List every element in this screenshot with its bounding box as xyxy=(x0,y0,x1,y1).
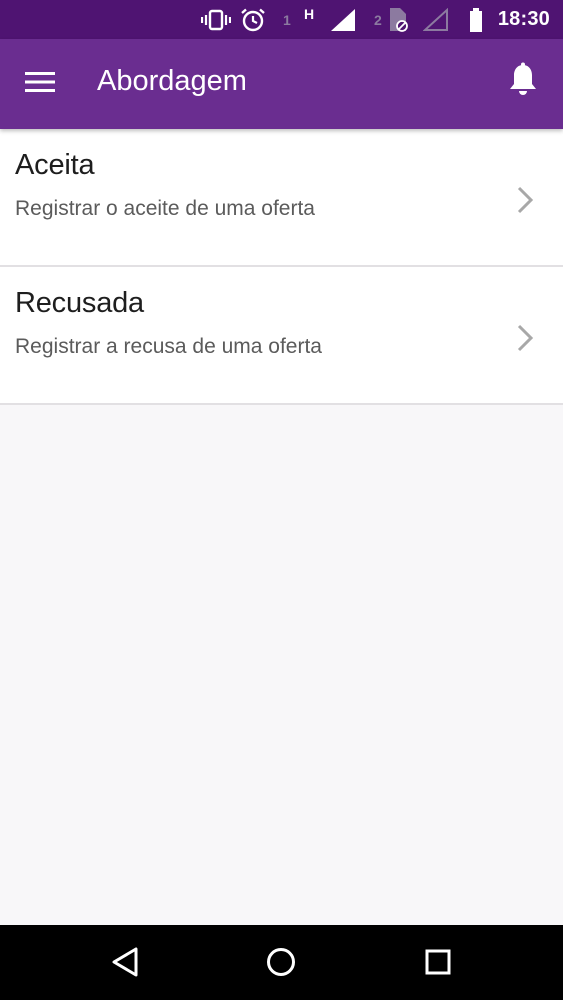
app-bar: Abordagem xyxy=(0,39,563,129)
status-bar: 1 H 2 18:30 xyxy=(0,0,563,39)
list-item-title: Recusada xyxy=(15,287,144,319)
page-title: Abordagem xyxy=(97,65,247,97)
vibrate-icon xyxy=(201,0,231,39)
chevron-right-icon xyxy=(515,185,535,215)
alarm-icon xyxy=(240,0,266,39)
system-nav-bar xyxy=(0,925,563,1000)
empty-content-area xyxy=(0,409,563,925)
signal-strength-sim2-icon xyxy=(423,0,449,39)
options-list: Aceita Registrar o aceite de uma oferta … xyxy=(0,129,563,405)
sim2-label: 2 xyxy=(374,11,382,28)
list-item-title: Aceita xyxy=(15,149,95,181)
recents-square-icon[interactable] xyxy=(418,942,458,982)
bell-icon[interactable] xyxy=(505,61,541,99)
list-item-subtitle: Registrar a recusa de uma oferta xyxy=(15,335,322,358)
network-type-label: H xyxy=(304,5,315,22)
sim1-label: 1 xyxy=(283,11,291,28)
list-item-subtitle: Registrar o aceite de uma oferta xyxy=(15,197,315,220)
signal-strength-icon xyxy=(330,0,356,39)
status-clock: 18:30 xyxy=(497,8,550,30)
back-triangle-icon[interactable] xyxy=(105,942,145,982)
home-circle-icon[interactable] xyxy=(261,942,301,982)
chevron-right-icon xyxy=(515,323,535,353)
list-item-aceita[interactable]: Aceita Registrar o aceite de uma oferta xyxy=(0,129,563,267)
menu-icon[interactable] xyxy=(22,67,58,97)
sim-card-icon xyxy=(387,0,409,39)
list-item-recusada[interactable]: Recusada Registrar a recusa de uma ofert… xyxy=(0,267,563,405)
battery-icon xyxy=(468,0,484,39)
